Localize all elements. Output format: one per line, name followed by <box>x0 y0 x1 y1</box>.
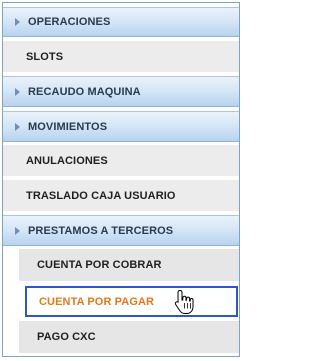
menu-item-prestamos-a-terceros[interactable]: PRESTAMOS A TERCEROS <box>3 215 239 246</box>
menu-item-label: ANULACIONES <box>26 154 108 167</box>
menu-item-label: TRASLADO CAJA USUARIO <box>26 189 176 202</box>
expand-triangle-icon <box>15 122 20 131</box>
menu-item-label: MOVIMIENTOS <box>28 120 108 133</box>
menu-item-traslado-caja-usuario[interactable]: TRASLADO CAJA USUARIO <box>3 180 239 212</box>
menu-item-anulaciones[interactable]: ANULACIONES <box>3 145 239 177</box>
menu-item-label: CUENTA POR COBRAR <box>37 259 162 271</box>
menu-item-operaciones[interactable]: OPERACIONES <box>3 7 239 37</box>
menu-item-label: CUENTA POR PAGAR <box>39 295 155 308</box>
menu-item-label: OPERACIONES <box>28 16 111 28</box>
hand-pointer-icon <box>174 289 194 314</box>
menu-item-label: PRESTAMOS A TERCEROS <box>28 224 174 237</box>
menu-item-recaudo-maquina[interactable]: RECAUDO MAQUINA <box>3 76 239 107</box>
submenu-item-cuenta-por-cobrar[interactable]: CUENTA POR COBRAR <box>19 249 239 282</box>
submenu-item-pago-cxc[interactable]: PAGO CXC <box>19 321 239 354</box>
menu-item-label: PAGO CXC <box>37 331 96 343</box>
menu-item-slots[interactable]: SLOTS <box>3 41 239 73</box>
expand-triangle-icon <box>15 87 20 96</box>
expand-triangle-icon <box>15 18 20 26</box>
navigation-menu: OPERACIONES SLOTS RECAUDO MAQUINA MOVIMI… <box>2 2 240 357</box>
menu-item-movimientos[interactable]: MOVIMIENTOS <box>3 111 239 142</box>
menu-item-label: RECAUDO MAQUINA <box>28 85 141 98</box>
submenu-item-cuenta-por-pagar[interactable]: CUENTA POR PAGAR <box>25 286 238 317</box>
menu-item-label: SLOTS <box>26 50 64 63</box>
expand-triangle-icon <box>15 226 20 235</box>
